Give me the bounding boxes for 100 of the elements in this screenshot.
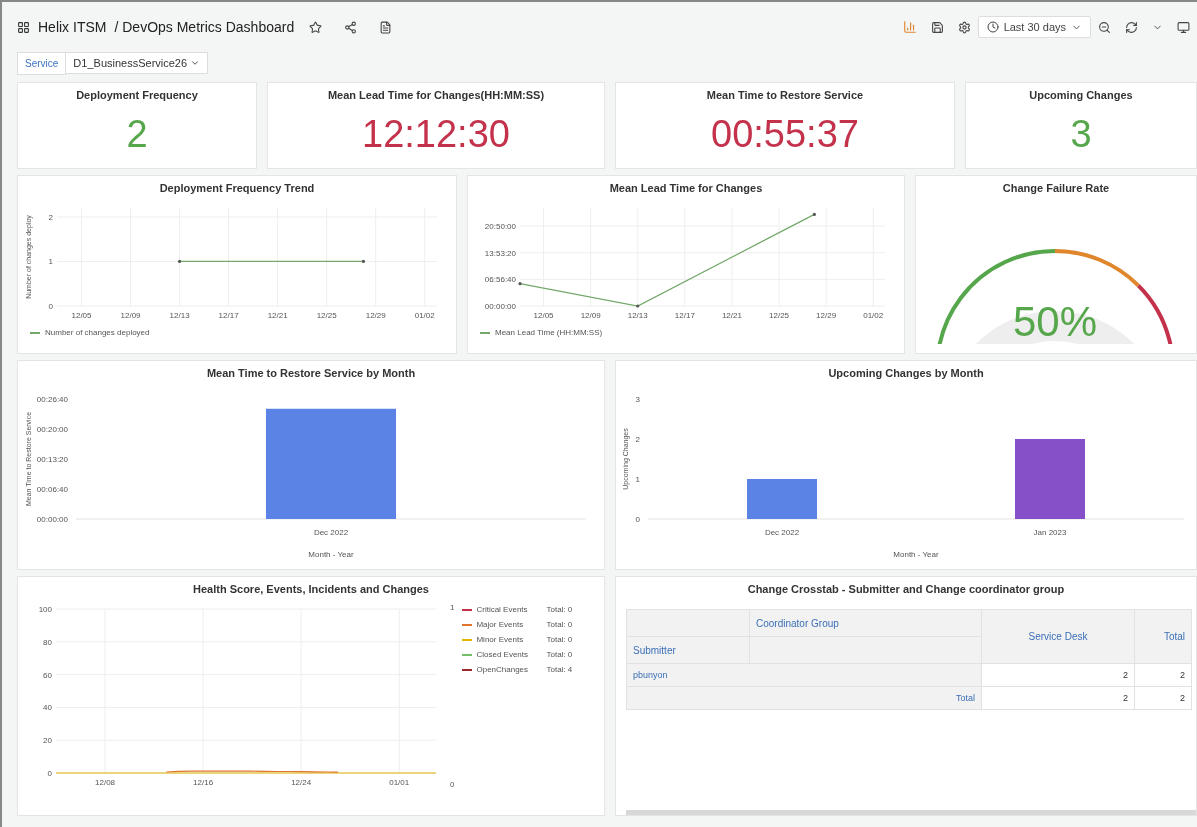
table-cell: 2 — [981, 686, 1135, 710]
axis-tick-label: 2 — [48, 212, 53, 222]
axis-tick-label: 12/16 — [193, 778, 214, 787]
axis-tick-label: 12/13 — [169, 311, 190, 320]
axis-tick-label: 1 — [635, 475, 640, 484]
axis-tick-label: 06:56:40 — [484, 275, 516, 285]
document-icon — [379, 20, 393, 34]
axis-tick-label: 2 — [635, 435, 640, 444]
axis-tick-label: 12/08 — [95, 778, 116, 787]
axis-tick-label: 1 — [48, 257, 53, 267]
legend-total: Total: 4 — [546, 665, 573, 674]
axis-tick-label: Dec 2022 — [313, 528, 349, 537]
variable-label: Service — [17, 51, 67, 75]
column-group-header: Coordinator Group — [749, 609, 982, 637]
star-icon — [309, 20, 323, 34]
axis-tick-label: 01/02 — [414, 311, 435, 320]
panel-title: Mean Lead Time for Changes — [609, 182, 763, 194]
axis-tick-label: 01/02 — [863, 311, 884, 320]
panel-title: Change Failure Rate — [1002, 182, 1110, 194]
axis-tick-label: 12/09 — [580, 311, 601, 320]
panel-title: Deployment Frequency Trend — [159, 182, 315, 194]
row-label: pbunyon — [626, 663, 982, 687]
axis-tick-label: 0 — [48, 302, 53, 311]
time-range-picker[interactable]: Last 30 days — [977, 16, 1091, 38]
column-header: Total — [1134, 609, 1192, 664]
gauge-value: 50% — [1012, 298, 1098, 344]
legend-swatch — [480, 331, 490, 334]
clock-icon — [986, 21, 999, 33]
axis-tick-label: 00:00:00 — [36, 515, 68, 524]
axis-tick-label: 20:50:00 — [484, 222, 516, 232]
stat-value: 2 — [126, 113, 148, 156]
folder-link[interactable]: Helix ITSM — [38, 19, 107, 35]
panel-title: Change Crosstab - Submitter and Change coordinator group — [747, 583, 1065, 595]
bar — [747, 479, 817, 519]
legend-label[interactable]: OpenChanges — [476, 665, 547, 674]
caret-icon — [190, 58, 201, 68]
stat-value: 00:55:37 — [711, 113, 859, 156]
axis-tick-label: 12/17 — [674, 311, 695, 320]
axis-tick-label: 13:53:20 — [484, 248, 516, 258]
axis-tick-label: 00:00:00 — [484, 302, 516, 311]
axis-tick-label: 12/24 — [291, 778, 312, 787]
axis-tick-label: 80 — [43, 637, 52, 647]
legend-label[interactable]: Closed Events — [476, 650, 547, 659]
monitor-icon — [1177, 20, 1190, 34]
axis-tick-label: 12/17 — [218, 311, 239, 320]
settings-icon — [957, 20, 971, 34]
legend-total: Total: 0 — [546, 605, 573, 614]
row-header: Submitter — [626, 636, 750, 664]
legend-label[interactable]: Mean Lead Time (HH:MM:SS) — [495, 328, 603, 337]
axis-tick-label: 12/21 — [721, 311, 742, 320]
scrollbar[interactable] — [626, 810, 1196, 815]
legend-total: Total: 0 — [546, 620, 573, 629]
dashboard-title[interactable]: / DevOps Metrics Dashboard — [114, 19, 295, 35]
axis-tick-label: 12/25 — [769, 311, 790, 320]
legend-swatch — [30, 331, 40, 334]
axis-tick-label: Jan 2023 — [1033, 528, 1067, 537]
axis-tick-label: 12/13 — [627, 311, 648, 320]
share-icon — [344, 20, 358, 34]
axis-tick-label: 20 — [43, 736, 52, 746]
refresh-icon — [1125, 20, 1138, 34]
legend-total: Total: 0 — [546, 635, 573, 644]
axis-tick-label: 40 — [43, 703, 52, 713]
stat-value: 12:12:30 — [362, 113, 510, 156]
panel-title: Mean Time to Restore Service by Month — [206, 367, 416, 379]
axis-tick-label: Dec 2022 — [764, 528, 800, 537]
axis-tick-label: 12/21 — [267, 311, 288, 320]
column-header: Service Desk — [981, 609, 1135, 664]
axis-tick-label: 12/25 — [316, 311, 337, 320]
axis-title: Month - Year — [893, 550, 939, 559]
axis-tick-label: 00:06:40 — [36, 485, 68, 494]
table-cell: 2 — [981, 663, 1135, 687]
legend-label[interactable]: Minor Events — [476, 635, 547, 644]
legend-label[interactable]: Number of changes deployed — [45, 328, 150, 337]
axis-tick-label: 00:20:00 — [36, 425, 68, 434]
axis-tick-label: 01/01 — [389, 778, 410, 787]
axis-tick-label: 00:13:20 — [36, 455, 68, 464]
axis-tick-label: 00:26:40 — [36, 395, 68, 404]
axis-tick-label: 12/29 — [816, 311, 837, 320]
axis-tick-label: 0 — [450, 780, 455, 789]
axis-tick-label: 12/05 — [533, 311, 554, 320]
axis-tick-label: 60 — [43, 670, 52, 680]
panel-title: Mean Time to Restore Service — [706, 89, 864, 101]
axis-tick-label: 100 — [38, 605, 52, 614]
legend-label[interactable]: Critical Events — [476, 605, 547, 614]
axis-tick-label: 1 — [450, 603, 455, 612]
stat-value: 3 — [1070, 113, 1092, 156]
panel-title: Mean Lead Time for Changes(HH:MM:SS) — [327, 89, 545, 101]
zoom-out-icon — [1098, 20, 1111, 34]
panel-title: Deployment Frequency — [76, 89, 198, 101]
service-dropdown[interactable]: D1_BusinessService26 — [66, 52, 209, 74]
dashboard-grid-icon[interactable] — [17, 20, 30, 34]
panel-title: Health Score, Events, Incidents and Changes — [193, 583, 429, 595]
axis-tick-label: 3 — [635, 395, 640, 404]
total-label: Total — [626, 686, 982, 710]
legend-label[interactable]: Major Events — [476, 620, 547, 629]
panel-title: Upcoming Changes by Month — [828, 367, 984, 379]
axis-tick-label: 0 — [47, 769, 52, 778]
legend-total: Total: 0 — [546, 650, 573, 659]
bar-chart-icon — [902, 20, 917, 34]
axis-tick-label: 12/05 — [71, 311, 92, 320]
